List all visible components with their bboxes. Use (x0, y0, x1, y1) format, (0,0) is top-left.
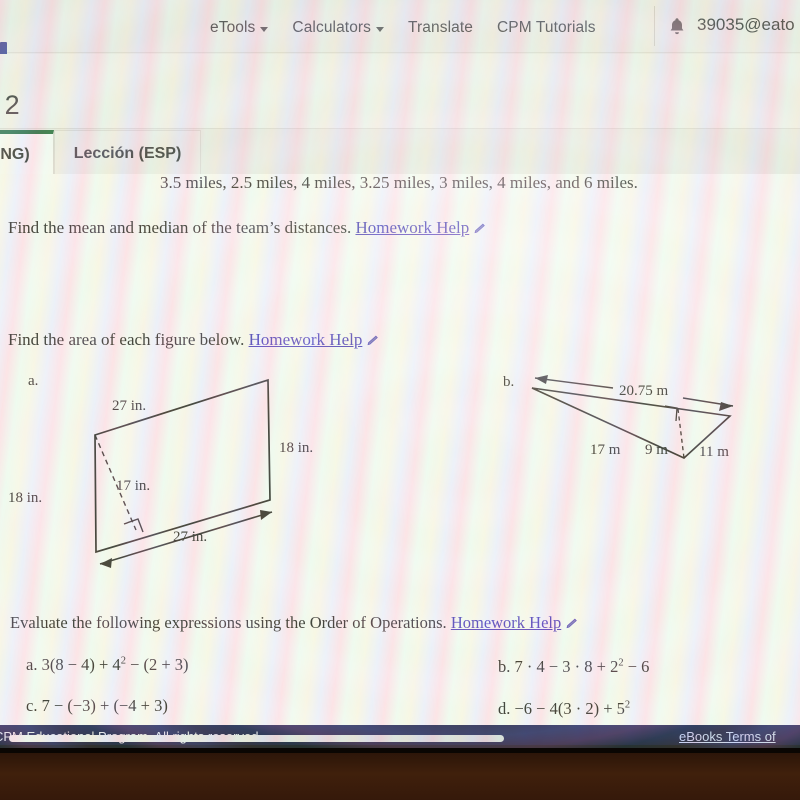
browser-page: eTools Calculators Translate CPM Tutoria… (0, 0, 800, 748)
homework-help-label: Homework Help (450, 613, 562, 632)
distances-list-text: 3.5 miles, 2.5 miles, 4 miles, 3.25 mile… (160, 173, 638, 192)
expression-b-body: 7 · 4 − 3 · 8 + 22 − 6 (514, 657, 650, 676)
course-title-divider (0, 128, 800, 129)
chevron-down-icon (376, 27, 385, 32)
expression-d-body: −6 − 4(3 · 2) + 52 (514, 699, 631, 718)
right-angle-marker (123, 518, 144, 533)
page-title: se 2 (0, 90, 20, 120)
pencil-icon (566, 618, 578, 628)
homework-help-link-2[interactable]: Homework Help (249, 330, 381, 350)
tab-strip: NG) Lección (ESP) (0, 130, 800, 176)
expression-c-body: 7 − (−3) + (−4 + 3) (41, 696, 168, 715)
figure-b-height-label: 9 m (645, 442, 668, 458)
figure-a-parallelogram: 27 in. 18 in. 18 in. 17 in. 27 in. (8, 378, 313, 568)
question-evaluate-text: Evaluate the following expressions using… (10, 613, 447, 632)
nav-item-cpm-tutorials-label: CPM Tutorials (496, 19, 596, 36)
question-find-area: Find the area of each figure below. Home… (8, 330, 380, 350)
chevron-down-icon (260, 27, 269, 32)
height-dashed-line (677, 408, 685, 459)
question-evaluate: Evaluate the following expressions using… (10, 613, 579, 633)
nav-item-calculators-label: Calculators (292, 19, 372, 36)
homework-help-link-3[interactable]: Homework Help (451, 613, 579, 633)
expression-c-letter: c. (26, 696, 38, 715)
figure-b-triangle: 20.75 m 17 m 9 m 11 m (531, 375, 734, 460)
nav-item-etools-label: eTools (210, 19, 256, 36)
pencil-icon (474, 223, 486, 233)
expression-d: d. −6 − 4(3 · 2) + 52 (498, 699, 630, 719)
footer-terms-link[interactable]: eBooks Terms of (679, 729, 776, 744)
figure-a-top-label: 27 in. (112, 398, 146, 414)
nav-item-translate[interactable]: Translate (408, 19, 473, 37)
expression-d-letter: d. (498, 699, 511, 718)
monitor-photo: eTools Calculators Translate CPM Tutoria… (0, 0, 800, 800)
top-navigation-bar: eTools Calculators Translate CPM Tutoria… (0, 0, 800, 53)
expression-c: c. 7 − (−3) + (−4 + 3) (26, 696, 168, 716)
homework-help-link-1[interactable]: Homework Help (355, 218, 487, 238)
figure-b-letter: b. (503, 374, 515, 390)
nav-item-etools[interactable]: eTools (210, 19, 269, 37)
bell-icon[interactable] (668, 17, 686, 36)
tab-leccion-esp-label: Lección (ESP) (73, 144, 182, 162)
figure-a-left-label: 18 in. (8, 490, 42, 506)
figure-a-right-label: 18 in. (279, 440, 313, 456)
tab-leccion-eng[interactable]: NG) (0, 130, 54, 175)
tab-leccion-eng-label: NG) (0, 145, 30, 163)
expression-b-letter: b. (498, 657, 511, 676)
figure-b-left-label: 17 m (590, 442, 621, 458)
figure-a-height-label: 17 in. (116, 478, 150, 494)
expression-b: b. 7 · 4 − 3 · 8 + 22 − 6 (498, 657, 649, 677)
expression-a-letter: a. (26, 655, 38, 674)
figure-b-right-label: 11 m (699, 444, 729, 460)
pencil-icon (367, 335, 379, 345)
figure-a-letter: a. (28, 373, 39, 389)
figure-b-top-label: 20.75 m (619, 383, 669, 399)
nav-item-translate-label: Translate (408, 19, 473, 36)
nav-item-calculators[interactable]: Calculators (292, 19, 385, 37)
question-mean-median: Find the mean and median of the team’s d… (8, 218, 487, 238)
monitor-bottom-edge (0, 748, 800, 753)
homework-help-label: Homework Help (248, 330, 363, 349)
desk-surface (0, 752, 800, 800)
expression-a: a. 3(8 − 4) + 42 − (2 + 3) (26, 655, 189, 675)
expression-a-body: 3(8 − 4) + 42 − (2 + 3) (41, 655, 189, 674)
nav-item-cpm-tutorials[interactable]: CPM Tutorials (497, 19, 596, 37)
tab-leccion-esp[interactable]: Lección (ESP) (54, 130, 201, 176)
nav-menu: eTools Calculators Translate CPM Tutoria… (210, 14, 596, 42)
figure-a-base-label: 27 in. (173, 529, 207, 545)
question-find-area-text: Find the area of each figure below. (8, 330, 245, 349)
homework-help-label: Homework Help (355, 218, 470, 237)
horizontal-scrollbar[interactable] (9, 735, 504, 742)
course-title-bar (0, 54, 800, 129)
nav-divider-line (0, 52, 800, 53)
question-mean-median-text: Find the mean and median of the team’s d… (8, 218, 352, 237)
user-email-label[interactable]: 39035@eato (697, 15, 795, 35)
nav-vertical-divider (654, 6, 655, 46)
